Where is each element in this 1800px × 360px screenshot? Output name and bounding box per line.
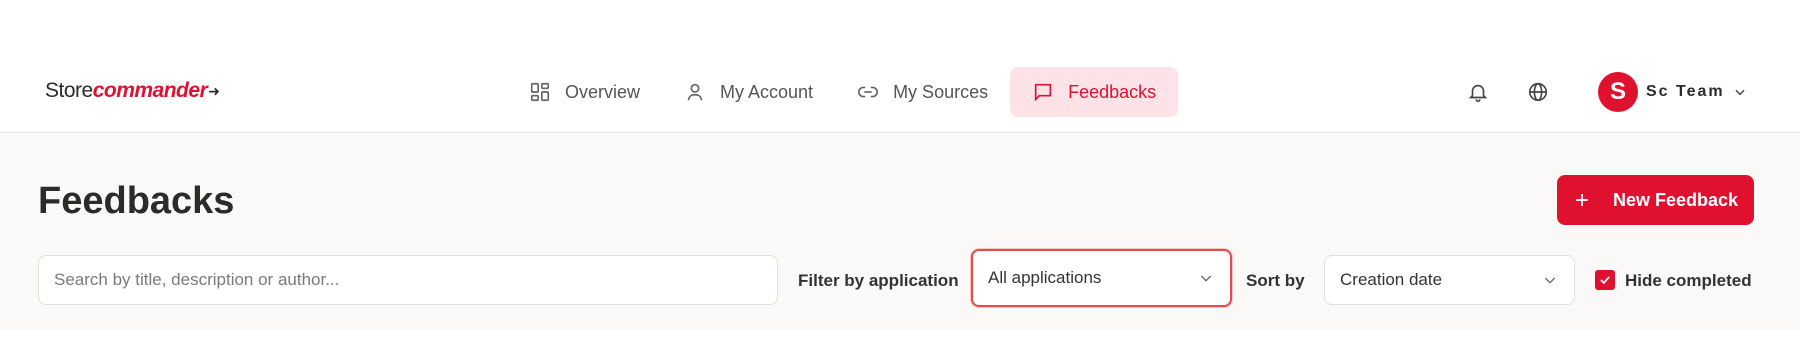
link-icon [858,86,878,98]
nav-feedbacks-label: Feedbacks [1068,81,1157,102]
hide-completed-checkbox[interactable] [1595,270,1615,290]
main-content: Feedbacks New Feedback Filter by applica… [0,134,1800,330]
top-navigation-bar: Store commander ➜ Overview My Account My S… [0,37,1800,133]
checkmark-icon [1600,276,1610,285]
globe-icon [1528,82,1548,102]
nav-my-sources[interactable]: My Sources [835,67,1010,117]
nav-feedbacks[interactable]: Feedbacks [1010,67,1179,117]
nav-my-account[interactable]: My Account [662,67,835,117]
chevron-down-icon [1735,89,1745,96]
user-name: Sc Team [1646,83,1725,100]
new-feedback-label: New Feedback [1612,189,1739,210]
application-select[interactable]: All applications [971,249,1232,307]
main-nav: Overview My Account My Sources Feedbacks [507,67,1179,117]
bell-icon [1468,84,1488,102]
chevron-down-icon [1200,275,1212,282]
sort-select[interactable]: Creation date [1324,255,1575,305]
hide-completed-label[interactable]: Hide completed [1625,271,1752,291]
nav-my-sources-label: My Sources [893,81,989,102]
logo-arrow-icon: ➜ [208,82,220,99]
search-input[interactable] [38,255,778,305]
user-icon [687,83,703,101]
filter-by-application-label: Filter by application [798,271,959,290]
notifications-button[interactable] [1458,72,1498,112]
header-tools: S Sc Team [1458,67,1747,117]
message-square-icon [1034,83,1052,102]
nav-my-account-label: My Account [720,81,814,102]
nav-overview-label: Overview [565,81,641,102]
sort-by-label: Sort by [1246,271,1305,290]
plus-icon [1575,194,1588,206]
page-title: Feedbacks [38,180,235,222]
nav-overview[interactable]: Overview [507,67,662,117]
language-button[interactable] [1518,72,1558,112]
new-feedback-button[interactable]: New Feedback [1557,175,1754,225]
application-select-value: All applications [988,268,1102,287]
user-menu[interactable]: S Sc Team [1598,72,1747,112]
chevron-down-icon [1544,277,1556,284]
grid-icon [530,82,550,102]
storecommander-logo[interactable]: Store commander ➜ [45,79,220,103]
sort-select-value: Creation date [1340,270,1443,289]
avatar: S [1598,72,1638,112]
